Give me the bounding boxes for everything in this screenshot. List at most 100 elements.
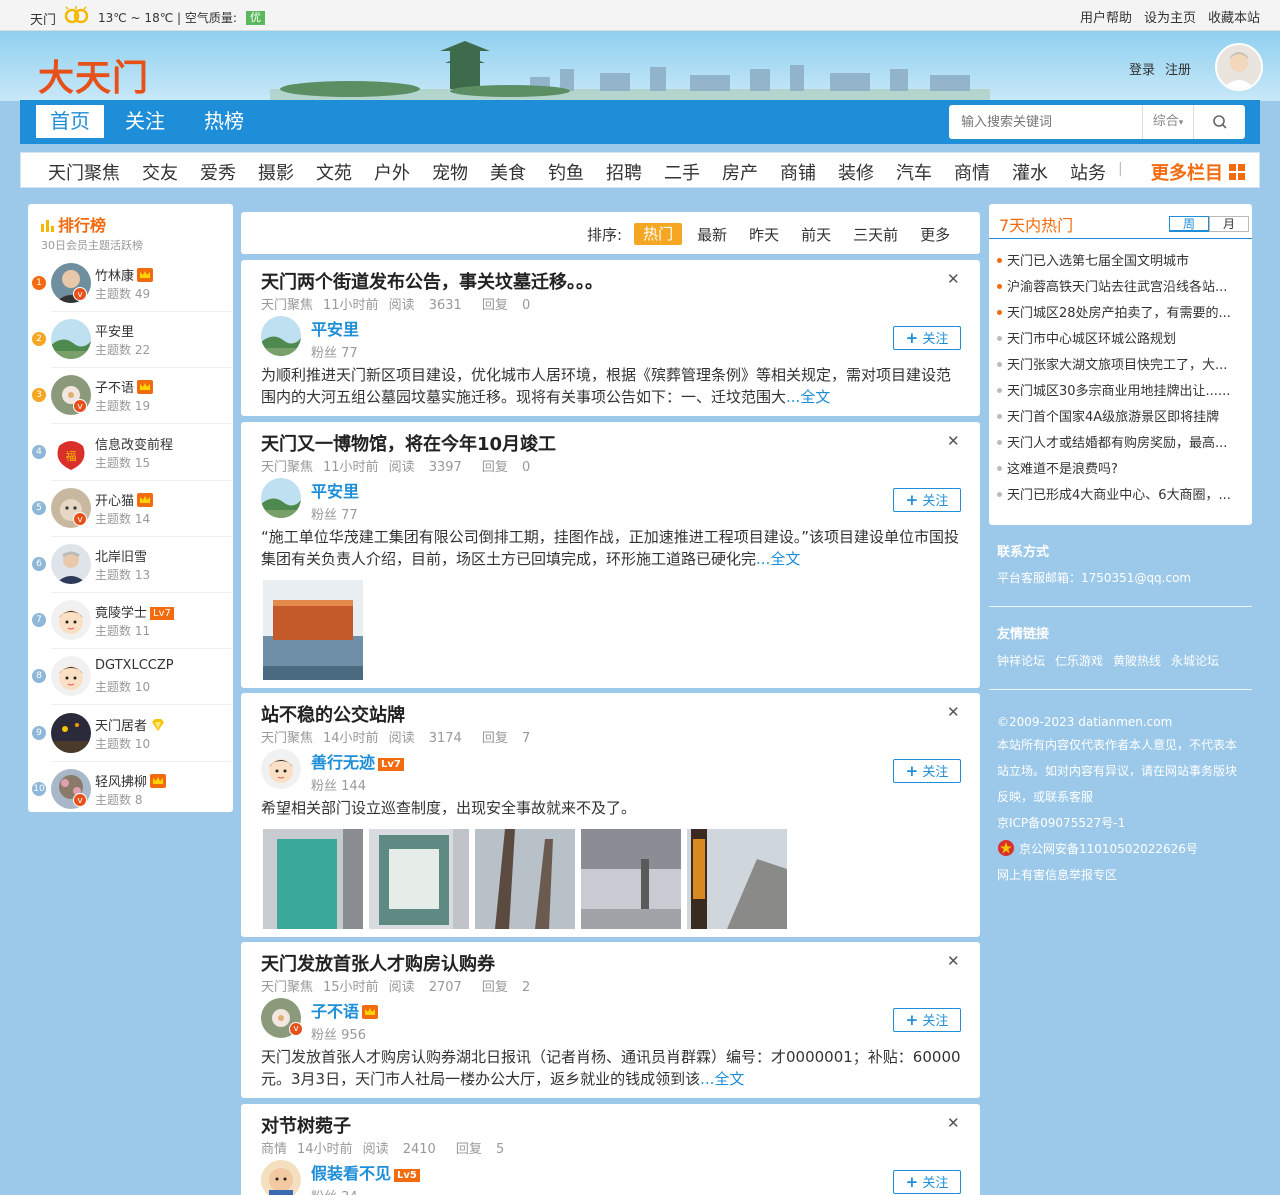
post-thumbnail[interactable] — [369, 829, 469, 929]
more-categories-link[interactable]: 更多栏目 — [1151, 159, 1223, 185]
friend-link[interactable]: 钟祥论坛 — [997, 652, 1045, 669]
category-item[interactable]: 钓鱼 — [548, 159, 584, 185]
follow-button[interactable]: + 关注 — [893, 488, 961, 512]
tab-hot-list[interactable]: 热榜 — [204, 105, 244, 138]
read-more-link[interactable]: ...全文 — [756, 550, 800, 568]
category-item[interactable]: 二手 — [664, 159, 700, 185]
post-thumbnail[interactable] — [581, 829, 681, 929]
ranking-row[interactable]: 3 v 子不语 主题数 19 — [28, 372, 233, 428]
set-homepage-link[interactable]: 设为主页 — [1144, 7, 1196, 26]
login-link[interactable]: 登录 — [1129, 59, 1155, 78]
author-name[interactable]: 平安里 — [311, 316, 359, 340]
hot-item[interactable]: 沪渝蓉高铁天门站去往武宫沿线各站... — [997, 276, 1247, 295]
member-name[interactable]: 竟陵学士 Lv7 — [95, 602, 174, 621]
help-link[interactable]: 用户帮助 — [1080, 7, 1132, 26]
ranking-row[interactable]: 7 竟陵学士 Lv7 主题数 11 — [28, 597, 233, 653]
author-name[interactable]: 平安里 — [311, 478, 359, 502]
hot-item[interactable]: 天门市中心城区环城公路规划 — [997, 328, 1247, 347]
friend-link[interactable]: 仁乐游戏 — [1055, 652, 1103, 669]
member-name[interactable]: 平安里 — [95, 321, 134, 340]
post-card[interactable]: 站不稳的公交站牌 ✕ 天门聚焦 14小时前 阅读 3174 回复 7 善行无迹 Lv7 粉丝 1… — [241, 693, 980, 937]
post-card[interactable]: 天门又一博物馆，将在今年10月竣工 ✕ 天门聚焦 11小时前 阅读 3397 回复 0 平安… — [241, 422, 980, 688]
close-icon[interactable]: ✕ — [947, 952, 960, 970]
close-icon[interactable]: ✕ — [947, 1114, 960, 1132]
category-item[interactable]: 房产 — [722, 159, 758, 185]
post-category[interactable]: 天门聚焦 — [261, 980, 313, 995]
member-name[interactable]: 轻风拂柳 — [95, 771, 167, 790]
tab-month[interactable]: 月 — [1209, 216, 1249, 232]
sort-more[interactable]: 更多 — [920, 224, 950, 245]
member-name[interactable]: 竹林康 — [95, 265, 154, 284]
author-avatar[interactable] — [261, 1160, 301, 1195]
hot-item[interactable]: 天门城区30多宗商业用地挂牌出让...... — [997, 380, 1247, 399]
member-avatar[interactable]: 福 — [51, 431, 91, 472]
sort-yesterday[interactable]: 昨天 — [749, 224, 779, 245]
author-avatar[interactable] — [261, 478, 301, 518]
close-icon[interactable]: ✕ — [947, 270, 960, 288]
hot-item[interactable]: 天门首个国家4A级旅游景区即将挂牌 — [997, 406, 1247, 425]
city-name[interactable]: 天门 — [30, 9, 56, 28]
ranking-row[interactable]: 1 v 竹林康 主题数 49 — [28, 260, 233, 316]
author-name[interactable]: 假装看不见 Lv5 — [311, 1160, 420, 1184]
author-name[interactable]: 善行无迹 Lv7 — [311, 749, 404, 773]
grid-icon[interactable] — [1229, 164, 1245, 180]
author-avatar[interactable] — [261, 316, 301, 356]
post-card[interactable]: 天门两个街道发布公告，事关坟墓迁移。。。 ✕ 天门聚焦 11小时前 阅读 3631 回复 … — [241, 260, 980, 416]
category-item[interactable]: 装修 — [838, 159, 874, 185]
ranking-row[interactable]: 8 DGTXLCCZP 主题数 10 — [28, 653, 233, 709]
icp-number[interactable]: 京ICP备09075527号-1 — [997, 814, 1125, 831]
member-avatar[interactable] — [51, 544, 91, 584]
user-avatar[interactable] — [1215, 43, 1263, 91]
hot-item[interactable]: 天门人才或结婚都有购房奖励，最高... — [997, 432, 1247, 451]
sort-hot[interactable]: 热门 — [634, 223, 683, 245]
category-item[interactable]: 户外 — [374, 159, 410, 185]
ranking-row[interactable]: 9 天门居者 主题数 10 — [28, 710, 233, 766]
category-item[interactable]: 天门聚焦 — [48, 159, 120, 185]
ranking-row[interactable]: 5 v 开心猫 主题数 14 — [28, 485, 233, 541]
read-more-link[interactable]: ...全文 — [700, 1070, 744, 1088]
post-thumbnail[interactable] — [263, 580, 363, 680]
bookmark-link[interactable]: 收藏本站 — [1208, 7, 1260, 26]
member-name[interactable]: 子不语 — [95, 377, 154, 396]
category-item[interactable]: 招聘 — [606, 159, 642, 185]
ranking-row[interactable]: 10 v 轻风拂柳 主题数 8 — [28, 766, 233, 822]
friend-link[interactable]: 黄陂热线 — [1113, 652, 1161, 669]
post-card[interactable]: 天门发放首张人才购房认购券 ✕ 天门聚焦 15小时前 阅读 2707 回复 2 v 子不语 粉丝… — [241, 942, 980, 1098]
police-record[interactable]: 京公网安备11010502022626号 — [997, 839, 1198, 857]
category-item[interactable]: 宠物 — [432, 159, 468, 185]
post-thumbnail[interactable] — [475, 829, 575, 929]
member-name[interactable]: 开心猫 — [95, 490, 154, 509]
category-item[interactable]: 汽车 — [896, 159, 932, 185]
tab-following[interactable]: 关注 — [125, 105, 165, 138]
follow-button[interactable]: + 关注 — [893, 1170, 961, 1194]
post-card[interactable]: 对节树菀子 ✕ 商情 14小时前阅读 2410 回复 5 假装看不见Lv5 粉丝 34 + 关… — [241, 1104, 980, 1195]
author-name[interactable]: 子不语 — [311, 998, 379, 1022]
member-avatar[interactable] — [51, 600, 91, 641]
search-button[interactable] — [1193, 105, 1245, 139]
report-link[interactable]: 网上有害信息举报专区 — [997, 866, 1117, 883]
category-item[interactable]: 商铺 — [780, 159, 816, 185]
hot-item[interactable]: 这难道不是浪费吗? — [997, 458, 1247, 477]
follow-button[interactable]: + 关注 — [893, 326, 961, 350]
post-category[interactable]: 商情 — [261, 1142, 287, 1157]
post-thumbnail[interactable] — [687, 829, 787, 929]
friend-link[interactable]: 永城论坛 — [1171, 652, 1219, 669]
category-item[interactable]: 商情 — [954, 159, 990, 185]
member-avatar[interactable] — [51, 712, 91, 753]
category-item[interactable]: 文苑 — [316, 159, 352, 185]
sort-latest[interactable]: 最新 — [697, 224, 727, 245]
close-icon[interactable]: ✕ — [947, 432, 960, 450]
post-title[interactable]: 天门两个街道发布公告，事关坟墓迁移。。。 — [261, 268, 603, 294]
read-more-link[interactable]: ...全文 — [786, 388, 830, 406]
search-type-select[interactable]: 综合▾ — [1142, 105, 1193, 139]
member-avatar[interactable] — [51, 319, 91, 360]
hot-item[interactable]: 天门已入选第七届全国文明城市 — [997, 250, 1247, 269]
category-item[interactable]: 美食 — [490, 159, 526, 185]
follow-button[interactable]: + 关注 — [893, 1008, 961, 1032]
hot-item[interactable]: 天门城区28处房产拍卖了，有需要的... — [997, 302, 1247, 321]
site-logo[interactable]: 大天门 — [38, 49, 149, 101]
tab-home[interactable]: 首页 — [36, 105, 104, 138]
sort-three-days-ago[interactable]: 三天前 — [853, 224, 898, 245]
post-title[interactable]: 天门发放首张人才购房认购券 — [261, 950, 495, 976]
post-title[interactable]: 站不稳的公交站牌 — [261, 701, 405, 727]
